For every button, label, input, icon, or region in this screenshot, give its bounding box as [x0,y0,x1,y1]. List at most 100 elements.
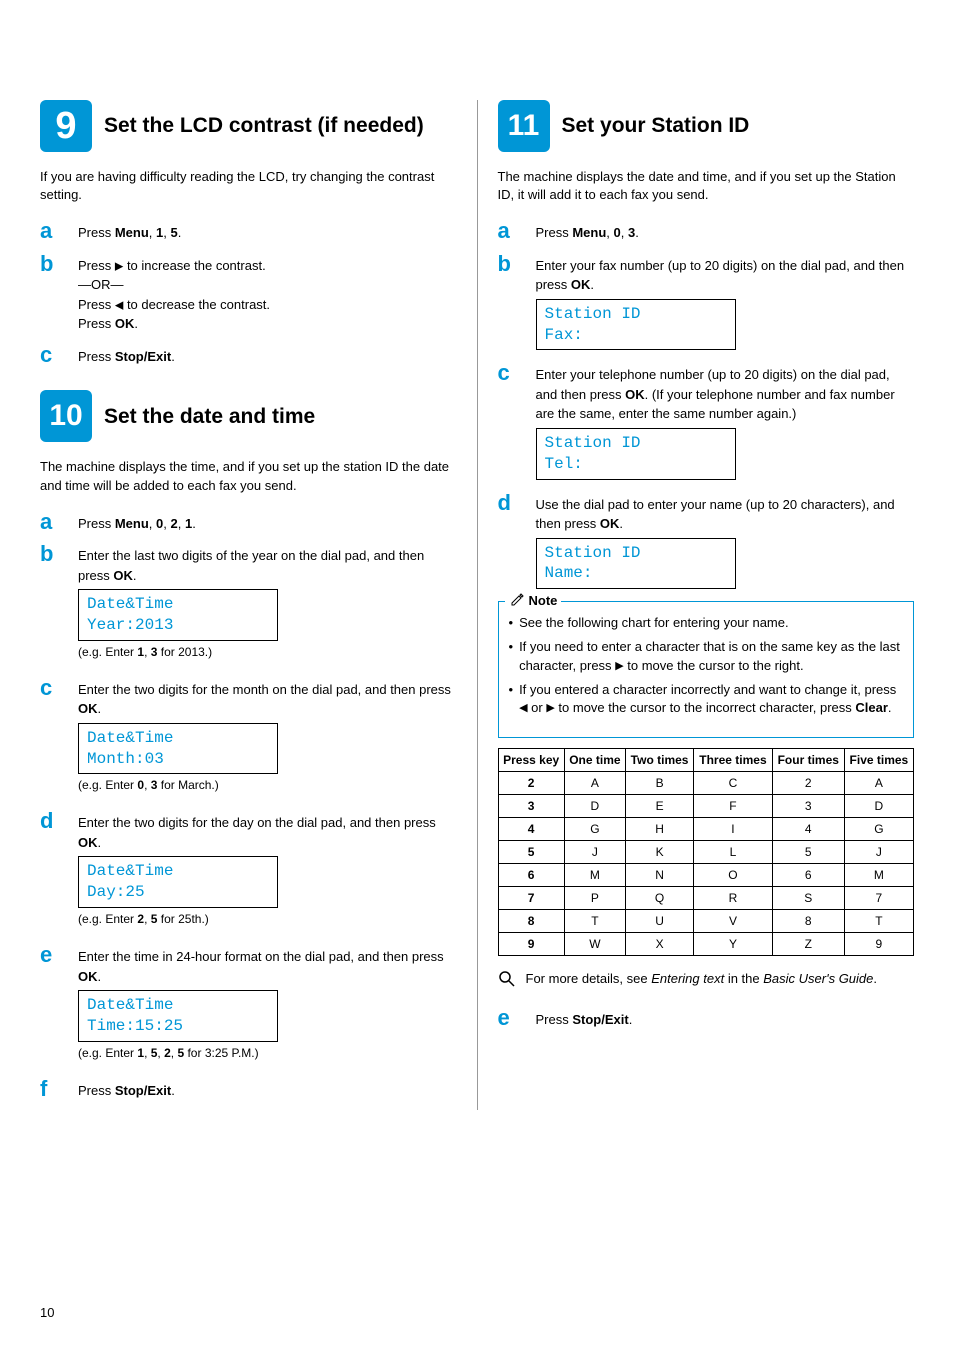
table-cell: G [564,818,625,841]
right-column: 11 Set your Station ID The machine displ… [498,100,915,1110]
hint-text: For more details, see Entering text in t… [526,970,878,988]
substep-body: Press Stop/Exit. [536,1007,915,1030]
th-five-times: Five times [844,749,913,772]
row-key: 6 [498,864,564,887]
substep-letter: f [40,1078,64,1100]
lcd-display: Date&TimeYear:2013 [78,589,278,641]
step-11a: a Press Menu, 0, 3. [498,220,915,243]
example-text: (e.g. Enter 0, 3 for March.) [78,776,457,794]
step-9-intro: If you are having difficulty reading the… [40,168,457,204]
lcd-display: Date&TimeTime:15:25 [78,990,278,1042]
table-cell: A [844,772,913,795]
table-cell: M [564,864,625,887]
right-arrow-icon: ▶ [546,702,554,714]
table-cell: J [564,841,625,864]
table-cell: T [844,910,913,933]
note-title: Note [505,592,562,608]
example-text: (e.g. Enter 1, 3 for 2013.) [78,643,457,661]
step-10c: c Enter the two digits for the month on … [40,677,457,801]
table-cell: B [625,772,693,795]
substep-body: Use the dial pad to enter your name (up … [536,492,915,592]
table-row: 3DEF3D [498,795,914,818]
substep-letter: c [498,362,522,384]
table-cell: T [564,910,625,933]
table-row: 6MNO6M [498,864,914,887]
step-11-title: Set your Station ID [562,113,750,138]
lcd-display: Station IDName: [536,538,736,590]
lcd-display: Date&TimeDay:25 [78,856,278,908]
substep-letter: c [40,677,64,699]
step-10b: b Enter the last two digits of the year … [40,543,457,667]
step-10d: d Enter the two digits for the day on th… [40,810,457,934]
substep-letter: a [40,220,64,242]
step-10-header: 10 Set the date and time [40,390,457,442]
table-cell: Y [694,933,773,956]
row-key: 2 [498,772,564,795]
th-two-times: Two times [625,749,693,772]
th-four-times: Four times [772,749,844,772]
step-10-intro: The machine displays the time, and if yo… [40,458,457,494]
table-cell: 6 [772,864,844,887]
table-cell: N [625,864,693,887]
substep-letter: d [498,492,522,514]
table-cell: R [694,887,773,910]
table-cell: U [625,910,693,933]
table-cell: S [772,887,844,910]
example-text: (e.g. Enter 2, 5 for 25th.) [78,910,457,928]
table-cell: O [694,864,773,887]
lcd-display: Date&TimeMonth:03 [78,723,278,775]
step-9c: c Press Stop/Exit. [40,344,457,367]
row-key: 3 [498,795,564,818]
table-row: 7PQRS7 [498,887,914,910]
step-number-badge: 10 [40,390,92,442]
row-key: 4 [498,818,564,841]
step-11-header: 11 Set your Station ID [498,100,915,152]
table-cell: D [844,795,913,818]
step-11d: d Use the dial pad to enter your name (u… [498,492,915,592]
step-9b: b Press ▶ to increase the contrast. —OR—… [40,253,457,334]
page-number: 10 [40,1305,54,1320]
substep-letter: c [40,344,64,366]
row-key: 7 [498,887,564,910]
table-cell: M [844,864,913,887]
step-9a: a Press Menu, 1, 5. [40,220,457,243]
table-cell: L [694,841,773,864]
substep-body: Enter the last two digits of the year on… [78,543,457,667]
table-row: 2ABC2A [498,772,914,795]
substep-body: Enter your fax number (up to 20 digits) … [536,253,915,353]
substep-letter: b [40,253,64,275]
right-arrow-icon: ▶ [615,659,623,671]
note-body: See the following chart for entering you… [499,608,914,729]
table-row: 9WXYZ9 [498,933,914,956]
substep-letter: b [40,543,64,565]
left-column: 9 Set the LCD contrast (if needed) If yo… [40,100,457,1110]
step-11c: c Enter your telephone number (up to 20 … [498,362,915,481]
substep-body: Enter the time in 24-hour format on the … [78,944,457,1068]
step-10a: a Press Menu, 0, 2, 1. [40,511,457,534]
substep-letter: d [40,810,64,832]
th-three-times: Three times [694,749,773,772]
note-callout: Note See the following chart for enterin… [498,601,915,738]
table-cell: 5 [772,841,844,864]
substep-body: Press ▶ to increase the contrast. —OR— P… [78,253,457,334]
table-cell: G [844,818,913,841]
character-table: Press key One time Two times Three times… [498,748,915,956]
table-cell: I [694,818,773,841]
step-10f: f Press Stop/Exit. [40,1078,457,1101]
hint-callout: For more details, see Entering text in t… [498,970,915,993]
step-11-intro: The machine displays the date and time, … [498,168,915,204]
table-header-row: Press key One time Two times Three times… [498,749,914,772]
table-row: 8TUV8T [498,910,914,933]
lcd-display: Station IDFax: [536,299,736,351]
step-number-badge: 9 [40,100,92,152]
table-cell: Z [772,933,844,956]
step-11b: b Enter your fax number (up to 20 digits… [498,253,915,353]
row-key: 5 [498,841,564,864]
table-cell: A [564,772,625,795]
row-key: 9 [498,933,564,956]
substep-body: Press Menu, 0, 3. [536,220,915,243]
substep-body: Press Stop/Exit. [78,1078,457,1101]
substep-body: Enter the two digits for the day on the … [78,810,457,934]
table-cell: 2 [772,772,844,795]
substep-body: Press Menu, 0, 2, 1. [78,511,457,534]
